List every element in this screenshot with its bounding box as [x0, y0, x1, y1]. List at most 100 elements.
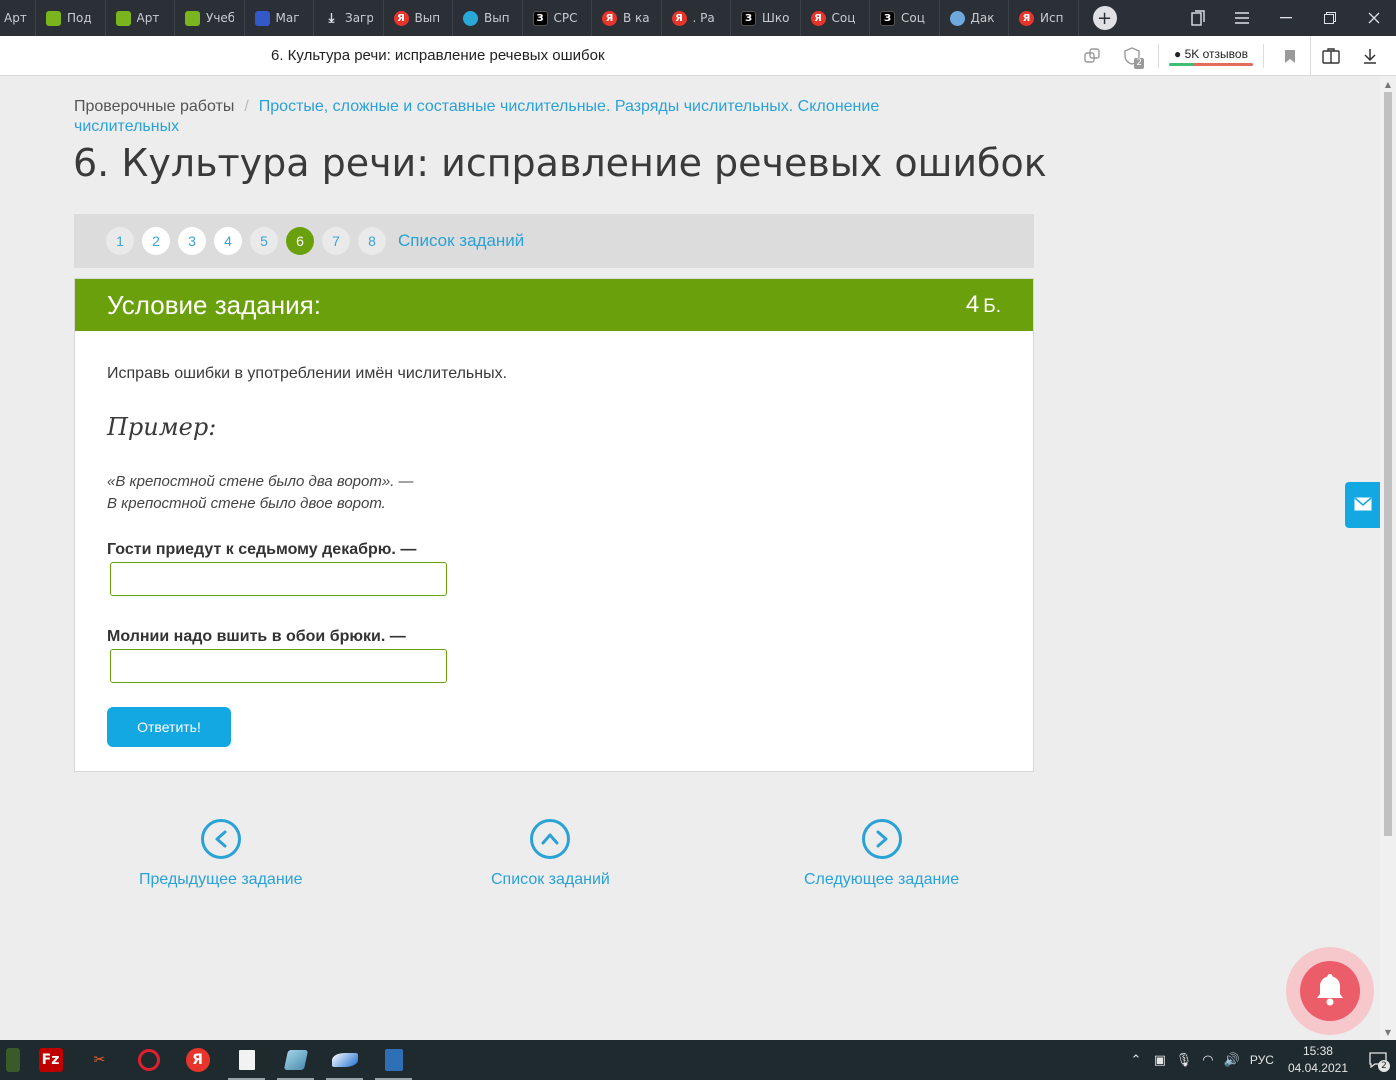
example-line-1: «В крепостной стене было два ворот». — — [107, 473, 414, 490]
taskbar-app-browser[interactable] — [320, 1040, 369, 1080]
copy-link-icon[interactable] — [1072, 36, 1112, 76]
pager-page-8[interactable]: 8 — [358, 227, 386, 255]
feedback-mail-button[interactable] — [1345, 482, 1380, 528]
protect-badge: 2 — [1134, 58, 1144, 69]
breadcrumb: Проверочные работы / Простые, сложные и со… — [74, 97, 954, 137]
page-content: Проверочные работы / Простые, сложные и со… — [0, 77, 1380, 1040]
browser-tab[interactable]: Маг — [245, 0, 314, 36]
breadcrumb-root[interactable]: Проверочные работы — [74, 98, 234, 115]
browser-tab[interactable]: Арт — [0, 0, 36, 36]
pager-page-1[interactable]: 1 — [106, 227, 134, 255]
game-icon — [6, 1048, 20, 1072]
calculator-icon — [384, 1049, 403, 1071]
collections-icon[interactable] — [1176, 0, 1220, 36]
browser-tab[interactable]: Я В ка — [592, 0, 662, 36]
browser-tab[interactable]: Я Исп — [1009, 0, 1079, 36]
address-page-title[interactable]: 6. Культура речи: исправление речевых ош… — [271, 47, 605, 64]
task-instruction: Исправь ошибки в употреблении имён числи… — [107, 365, 508, 382]
prev-task-nav[interactable]: Предыдущее задание — [139, 819, 302, 889]
tool-icon: ✂ — [93, 1052, 106, 1068]
system-clock[interactable]: 15:38 04.04.2021 — [1280, 1043, 1360, 1077]
pager-page-2[interactable]: 2 — [142, 227, 170, 255]
task-list-nav[interactable]: Список заданий — [491, 819, 610, 889]
pager-page-7[interactable]: 7 — [322, 227, 350, 255]
editor-icon — [283, 1050, 308, 1070]
browser-tab[interactable]: З Шко — [731, 0, 801, 36]
cat-favicon-icon — [949, 10, 965, 26]
input-language[interactable]: РУС — [1244, 1053, 1280, 1067]
scroll-down-arrow-icon[interactable]: ▼ — [1380, 1024, 1396, 1040]
browser-tab-label: Арт — [136, 11, 160, 25]
reviews-label: 5K отзывов — [1184, 46, 1248, 61]
browser-tab[interactable]: Арт — [106, 0, 175, 36]
taskbar-app-notepad[interactable] — [222, 1040, 271, 1080]
new-tab-button[interactable]: + — [1092, 6, 1117, 30]
minimize-icon[interactable] — [1264, 0, 1308, 36]
browser-tab[interactable]: Под — [36, 0, 106, 36]
chevron-right-icon[interactable] — [861, 819, 902, 859]
pager-page-3[interactable]: 3 — [178, 227, 206, 255]
bookmark-icon[interactable] — [1270, 36, 1310, 76]
chevron-up-icon[interactable] — [530, 819, 571, 859]
next-task-nav[interactable]: Следующее задание — [804, 819, 959, 889]
prev-task-label[interactable]: Предыдущее задание — [139, 871, 302, 889]
envelope-icon — [1354, 496, 1372, 515]
browser-tab-label: Загр — [345, 11, 373, 25]
close-icon[interactable] — [1352, 0, 1396, 36]
system-tray: ⌃ ▣ 🎙 ◠ 🔊 РУС 15:38 04.04.2021 2 — [1124, 1040, 1396, 1080]
browser-tab-label: Учеб — [206, 11, 234, 25]
browser-tab-label: Соц — [901, 11, 925, 25]
task-header-title: Условие задания: — [107, 289, 321, 320]
pager-page-6[interactable]: 6 — [286, 227, 314, 255]
browser-tab[interactable]: Я Вып — [384, 0, 453, 36]
taskbar-app-editor[interactable] — [271, 1040, 320, 1080]
browser-tab-label: Соц — [831, 11, 856, 25]
browser-tab[interactable]: Вып — [453, 0, 523, 36]
browser-tab[interactable]: З Соц — [870, 0, 940, 36]
browser-tab[interactable]: Дак — [940, 0, 1009, 36]
scroll-up-arrow-icon[interactable]: ▲ — [1380, 76, 1396, 92]
mag-favicon-icon — [254, 10, 270, 26]
taskbar-app-game[interactable] — [0, 1040, 26, 1080]
answer-2-input[interactable] — [110, 649, 447, 683]
taskbar-app-opera[interactable] — [124, 1040, 173, 1080]
pager-page-5[interactable]: 5 — [250, 227, 278, 255]
taskbar-app-tool[interactable]: ✂ — [75, 1040, 124, 1080]
taskbar-app-filezilla[interactable]: Fz — [26, 1040, 75, 1080]
browser-tab[interactable]: Я . Ра — [662, 0, 731, 36]
menu-icon[interactable] — [1220, 0, 1264, 36]
taskbar-app-calculator[interactable] — [369, 1040, 418, 1080]
page-scrollbar[interactable]: ▲ ▼ — [1380, 76, 1396, 1040]
protect-icon[interactable]: 2 — [1112, 36, 1152, 76]
taskbar-app-yandex[interactable]: Я — [173, 1040, 222, 1080]
download-icon[interactable] — [1350, 36, 1390, 76]
bulb-favicon-icon — [463, 10, 478, 26]
network-adapter-icon[interactable]: ▣ — [1148, 1053, 1172, 1068]
extensions-icon[interactable] — [1310, 36, 1350, 76]
speaker-icon[interactable]: 🔊 — [1220, 1053, 1244, 1068]
microphone-icon[interactable]: 🎙 — [1172, 1053, 1196, 1068]
browser-tab-label: В ка — [623, 11, 650, 25]
browser-tab[interactable]: Я Соц — [801, 0, 870, 36]
submit-answer-button[interactable]: Ответить! — [107, 707, 231, 747]
restore-icon[interactable] — [1308, 0, 1352, 36]
chevron-up-tray-icon[interactable]: ⌃ — [1124, 1053, 1148, 1068]
book-favicon-icon — [185, 10, 200, 26]
notification-bell-button[interactable] — [1286, 947, 1374, 1035]
scroll-thumb[interactable] — [1384, 92, 1392, 836]
wifi-icon[interactable]: ◠ — [1196, 1053, 1220, 1068]
reviews-widget[interactable]: ● 5K отзывов — [1158, 44, 1264, 68]
answer-1-input[interactable] — [110, 562, 447, 596]
question-1: Гости приедут к седьмому декабрю. — — [107, 541, 417, 558]
browser-tab[interactable]: З СРС — [523, 0, 592, 36]
browser-tab[interactable]: ⤓ Загр — [314, 0, 384, 36]
browser-tab[interactable]: Учеб — [175, 0, 245, 36]
task-list-link[interactable]: Список заданий — [398, 231, 524, 251]
browser-tab-label: СРС — [553, 11, 578, 25]
browser-tab-label: Вып — [484, 11, 510, 25]
next-task-label[interactable]: Следующее задание — [804, 871, 959, 889]
chevron-left-icon[interactable] — [200, 819, 241, 859]
action-center-button[interactable]: 2 — [1360, 1052, 1396, 1072]
pager-page-4[interactable]: 4 — [214, 227, 242, 255]
task-list-label[interactable]: Список заданий — [491, 871, 610, 889]
